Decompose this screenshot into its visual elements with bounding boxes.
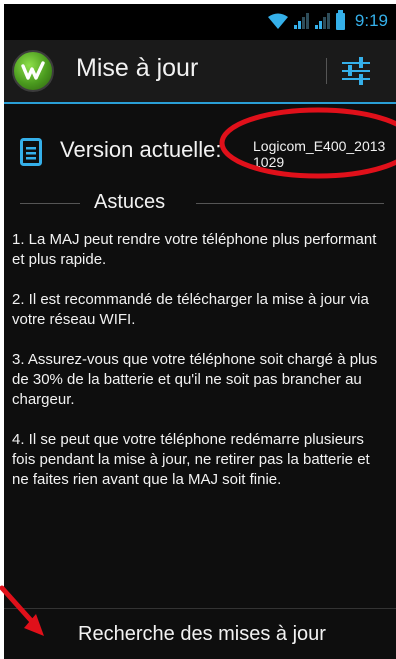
settings-sliders-icon[interactable] bbox=[340, 56, 372, 86]
version-row: Version actuelle: Logicom_E400_20131029 bbox=[4, 102, 396, 188]
signal-icon bbox=[314, 13, 330, 29]
phone-screen: 9:19 Mise à jour Version actuelle: Logic… bbox=[4, 4, 396, 659]
status-icons: 9:19 bbox=[267, 9, 388, 31]
check-updates-button[interactable]: Recherche des mises à jour bbox=[4, 609, 396, 659]
tip-item: 4. Il se peut que votre téléphone redéma… bbox=[12, 431, 370, 488]
wifi-icon bbox=[267, 13, 288, 29]
tips-header: Astuces bbox=[4, 188, 396, 218]
action-bar: Mise à jour bbox=[4, 40, 396, 104]
page-title: Mise à jour bbox=[76, 54, 199, 82]
action-bar-divider bbox=[326, 58, 327, 84]
battery-icon bbox=[335, 9, 345, 30]
tips-divider-left bbox=[20, 203, 80, 204]
tips-title: Astuces bbox=[94, 191, 166, 213]
tips-divider-right bbox=[196, 203, 384, 204]
document-icon bbox=[20, 138, 42, 166]
tip-item: 2. Il est recommandé de télécharger la m… bbox=[12, 291, 369, 328]
app-logo-icon[interactable] bbox=[12, 50, 54, 92]
tips-list: 1. La MAJ peut rendre votre téléphone pl… bbox=[12, 230, 390, 510]
status-bar: 9:19 bbox=[4, 4, 396, 40]
clock: 9:19 bbox=[354, 11, 388, 30]
tip-item: 1. La MAJ peut rendre votre téléphone pl… bbox=[12, 231, 377, 268]
version-value: Logicom_E400_20131029 bbox=[253, 138, 386, 170]
signal-icon bbox=[293, 13, 309, 29]
version-label: Version actuelle: bbox=[60, 137, 222, 162]
tip-item: 3. Assurez-vous que votre téléphone soit… bbox=[12, 351, 378, 408]
